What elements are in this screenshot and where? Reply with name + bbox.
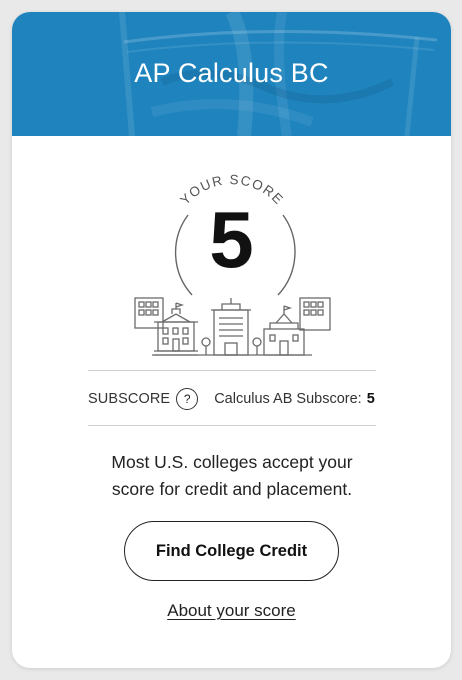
subscore-label: SUBSCORE (88, 391, 171, 407)
score-card: AP Calculus BC YOUR SCORE 5 SUBSCORE ? C… (12, 12, 451, 668)
campus-buildings-icon (134, 297, 331, 356)
top-divider (88, 370, 376, 371)
credit-message: Most U.S. colleges accept your score for… (52, 449, 412, 503)
ab-subscore-label: Calculus AB Subscore: (214, 391, 362, 407)
question-icon[interactable]: ? (176, 388, 199, 410)
subscore-row: SUBSCORE ? Calculus AB Subscore: 5 (88, 386, 378, 412)
credit-message-line-2: score for credit and placement. (111, 479, 353, 499)
bottom-divider (88, 425, 376, 426)
credit-message-line-1: Most U.S. colleges accept your (111, 452, 353, 472)
course-title: AP Calculus BC (134, 58, 329, 88)
score-value: 5 (209, 195, 254, 284)
about-your-score-link[interactable]: About your score (12, 601, 451, 621)
ab-subscore-value: 5 (366, 391, 375, 407)
find-college-credit-button[interactable]: Find College Credit (124, 521, 339, 581)
course-header: AP Calculus BC (12, 12, 451, 136)
